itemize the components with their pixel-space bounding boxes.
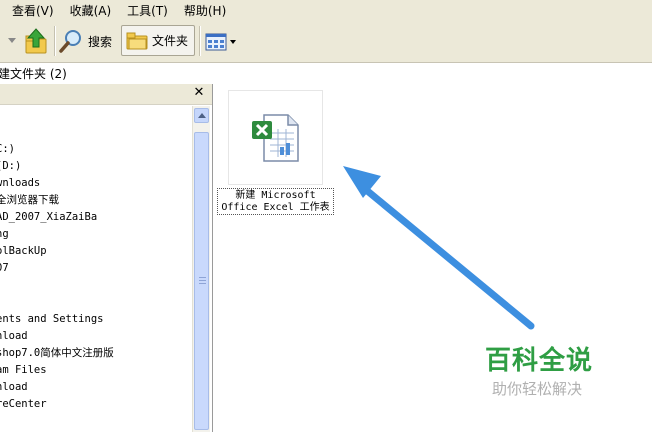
tree-item[interactable]: wnloads — [0, 175, 40, 191]
folder-pane-header: ✕ — [0, 84, 212, 105]
tree-item[interactable]: nload — [0, 328, 28, 344]
tree-item[interactable]: ng — [0, 226, 9, 242]
search-button[interactable]: 搜索 — [58, 27, 112, 55]
toolbar-separator — [199, 26, 201, 56]
tree-item[interactable]: AD_2007_XiaZaiBa — [0, 209, 97, 225]
menu-bar: 查看(V) 收藏(A) 工具(T) 帮助(H) — [0, 0, 652, 20]
tree-item[interactable]: 07 — [0, 260, 9, 276]
tree-scrollbar[interactable] — [192, 106, 210, 432]
folder-icon — [126, 32, 148, 49]
folders-button[interactable]: 文件夹 — [121, 25, 195, 56]
tree-item[interactable]: shop7.0简体中文注册版 — [0, 345, 114, 361]
address-bar[interactable]: 建文件夹 (2) — [0, 63, 652, 85]
tree-item[interactable]: olBackUp — [0, 243, 47, 259]
search-icon — [59, 30, 81, 53]
annotation-arrow — [343, 166, 535, 330]
scroll-grip — [199, 277, 206, 278]
tree-item[interactable]: 全浏览器下载 — [0, 192, 59, 208]
folder-tree: C:) (D:) wnloads 全浏览器下载 AD_2007_XiaZaiBa… — [0, 104, 192, 432]
watermark-subtitle: 助你轻松解决 — [492, 380, 583, 398]
scroll-thumb[interactable] — [194, 132, 209, 430]
search-button-label: 搜索 — [88, 34, 113, 49]
tree-item[interactable]: am Files — [0, 362, 47, 378]
tree-item[interactable]: C:) — [0, 141, 15, 157]
tree-item[interactable]: nload — [0, 379, 28, 395]
toolbar-separator — [54, 26, 56, 56]
tree-item[interactable]: ents and Settings — [0, 311, 103, 327]
menu-help[interactable]: 帮助(H) — [184, 2, 226, 19]
scroll-up-icon[interactable] — [194, 108, 209, 123]
menu-favorites[interactable]: 收藏(A) — [70, 2, 112, 19]
forward-dropdown-icon[interactable] — [8, 38, 16, 43]
tree-item[interactable]: reCenter — [0, 396, 47, 412]
views-icon — [205, 33, 227, 51]
address-text: 建文件夹 (2) — [0, 67, 67, 81]
scroll-grip — [199, 280, 206, 281]
folders-button-label: 文件夹 — [152, 34, 189, 48]
menu-tools[interactable]: 工具(T) — [127, 2, 168, 19]
file-view-pane: 新建 Microsoft Office Excel 工作表 百科全说 助你轻松解… — [213, 84, 652, 432]
toolbar: 搜索 文件夹 — [0, 20, 652, 63]
up-folder-icon — [25, 28, 47, 54]
close-icon[interactable]: ✕ — [192, 86, 206, 100]
scroll-grip — [199, 283, 206, 284]
views-button[interactable] — [205, 31, 239, 53]
up-folder-button[interactable] — [22, 26, 50, 56]
tree-item[interactable]: (D:) — [0, 158, 21, 174]
folder-tree-pane: ✕ C:) (D:) wnloads 全浏览器下载 AD_2007_XiaZai… — [0, 84, 213, 432]
menu-view[interactable]: 查看(V) — [12, 2, 54, 19]
watermark-title: 百科全说 — [485, 346, 594, 376]
chevron-down-icon — [230, 40, 236, 44]
